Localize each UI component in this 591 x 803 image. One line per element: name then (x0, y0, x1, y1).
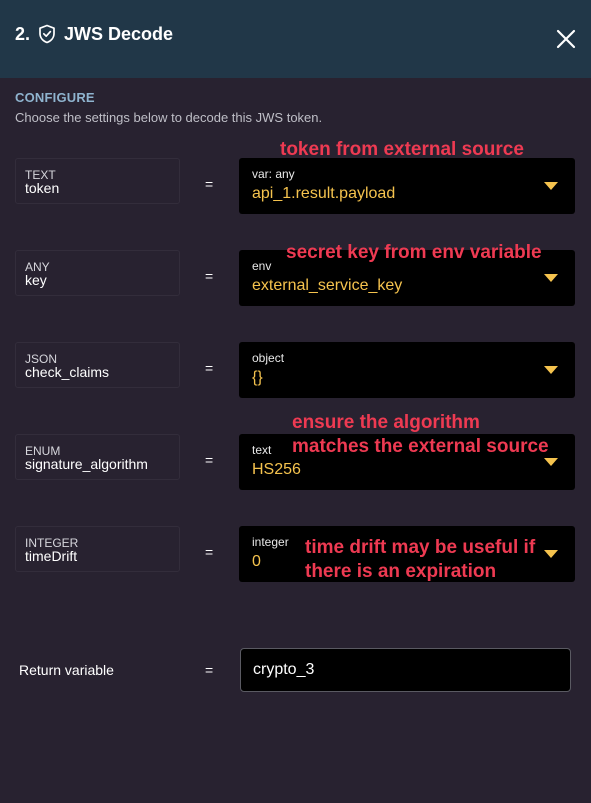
shield-check-icon (38, 24, 56, 44)
chevron-down-icon[interactable] (544, 274, 558, 282)
token-value-select[interactable]: var: any api_1.result.payload (239, 158, 575, 214)
value-kind: object (252, 351, 285, 365)
param-label-time-drift: INTEGER timeDrift (15, 526, 180, 572)
equals-sign: = (205, 360, 214, 376)
param-name: check_claims (25, 364, 110, 380)
param-label-key: ANY key (15, 250, 180, 296)
annotation-algorithm-line2: matches the external source (292, 436, 549, 457)
equals-sign: = (205, 662, 214, 678)
param-name: timeDrift (25, 548, 78, 564)
value-text: {} (252, 369, 263, 386)
param-name: signature_algorithm (25, 456, 148, 472)
equals-sign: = (205, 268, 214, 284)
check-claims-value-select[interactable]: object {} (239, 342, 575, 398)
equals-sign: = (205, 452, 214, 468)
annotation-token: token from external source (280, 139, 524, 160)
param-label-signature-algorithm: ENUM signature_algorithm (15, 434, 180, 480)
annotation-key: secret key from env variable (286, 242, 542, 263)
param-row-check-claims: JSON check_claims = object {} (15, 342, 575, 398)
return-variable-label: Return variable (19, 662, 114, 678)
close-icon[interactable] (553, 26, 579, 52)
param-name: key (25, 272, 47, 288)
param-name: token (25, 180, 60, 196)
equals-sign: = (205, 176, 214, 192)
value-text: api_1.result.payload (252, 185, 396, 202)
close-button[interactable] (553, 26, 579, 52)
value-text: 0 (252, 553, 261, 570)
equals-sign: = (205, 544, 214, 560)
annotation-drift-line2: there is an expiration (305, 561, 497, 582)
param-type: ANY (25, 260, 50, 274)
configure-heading: CONFIGURE (15, 90, 95, 105)
step-number: 2. (15, 24, 31, 44)
configure-description: Choose the settings below to decode this… (15, 110, 323, 125)
title-text: JWS Decode (64, 24, 174, 44)
value-kind: env (252, 259, 272, 273)
return-variable-input[interactable] (240, 648, 571, 692)
param-row-token: TEXT token = var: any api_1.result.paylo… (15, 158, 575, 214)
value-kind: integer (252, 535, 289, 549)
param-label-check-claims: JSON check_claims (15, 342, 180, 388)
annotation-algorithm-line1: ensure the algorithm (292, 412, 480, 433)
annotation-drift-line1: time drift may be useful if (305, 537, 536, 558)
chevron-down-icon[interactable] (544, 458, 558, 466)
param-label-token: TEXT token (15, 158, 180, 204)
modal-title: 2. JWS Decode (15, 22, 173, 46)
value-text: HS256 (252, 461, 301, 478)
modal-header: 2. JWS Decode (0, 0, 591, 78)
chevron-down-icon[interactable] (544, 182, 558, 190)
value-kind: var: any (252, 167, 295, 181)
value-kind: text (252, 443, 272, 457)
value-text: external_service_key (252, 277, 403, 294)
chevron-down-icon[interactable] (544, 550, 558, 558)
chevron-down-icon[interactable] (544, 366, 558, 374)
